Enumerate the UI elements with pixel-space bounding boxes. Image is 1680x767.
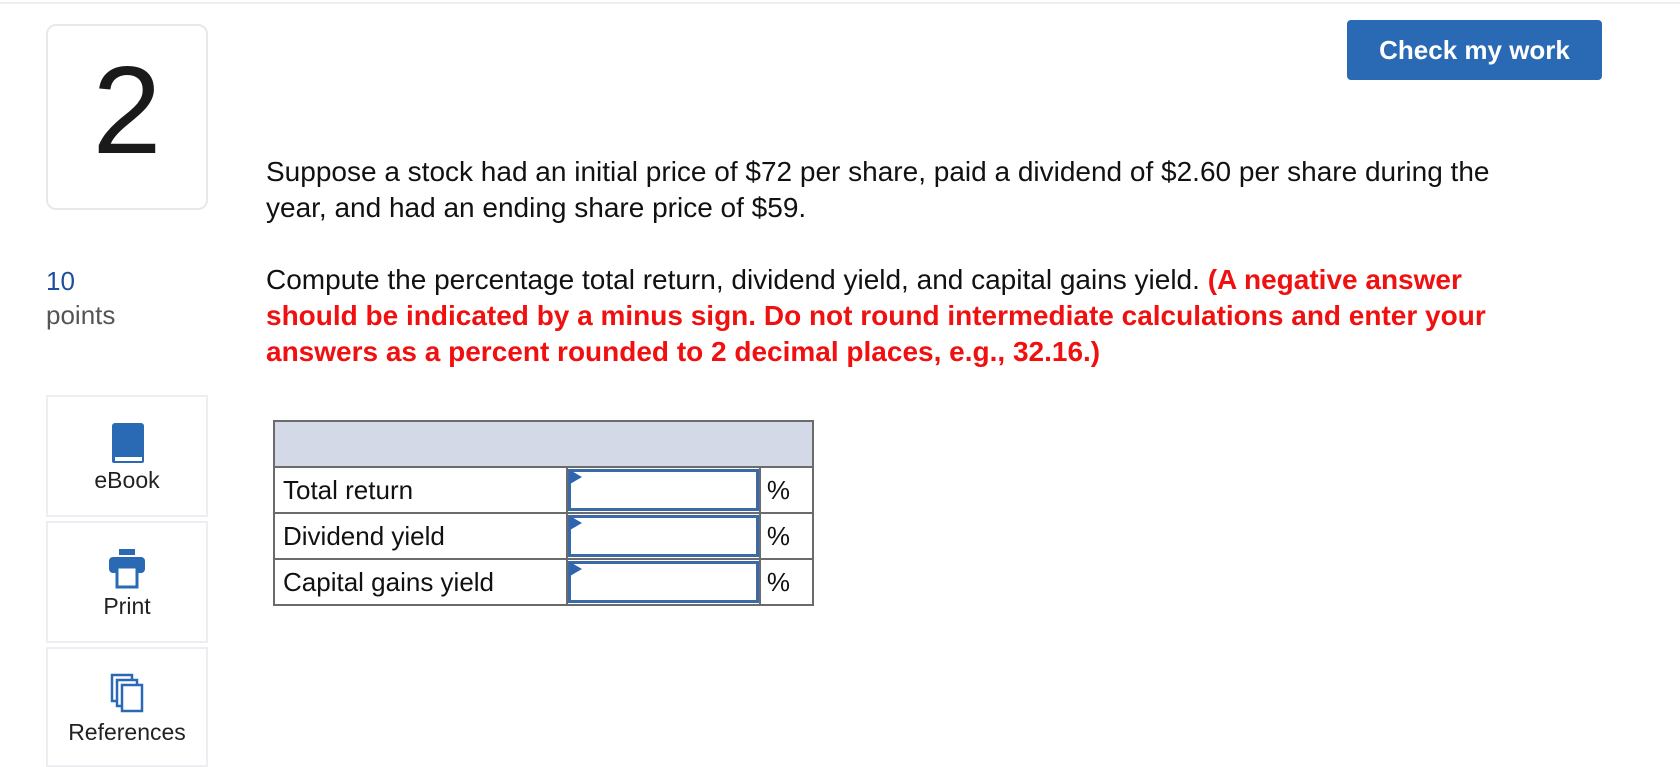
print-label: Print bbox=[103, 593, 151, 619]
dividend-yield-input[interactable] bbox=[567, 515, 759, 557]
row-unit: % bbox=[758, 466, 815, 514]
row-label: Capital gains yield bbox=[273, 558, 568, 606]
points-label: points bbox=[46, 300, 116, 330]
points-value: 10 bbox=[46, 266, 75, 296]
table-row: Total return % bbox=[273, 466, 815, 514]
ebook-label: eBook bbox=[94, 467, 160, 493]
flag-icon bbox=[569, 470, 582, 484]
input-cell bbox=[565, 466, 761, 514]
instructions-text: Compute the percentage total return, div… bbox=[266, 264, 1208, 295]
top-divider bbox=[0, 2, 1680, 4]
table-row: Capital gains yield % bbox=[273, 558, 815, 606]
input-cell bbox=[565, 512, 761, 560]
answer-table-header-row bbox=[273, 420, 814, 468]
question-text: Suppose a stock had an initial price of … bbox=[266, 156, 1490, 223]
book-icon bbox=[112, 423, 144, 463]
references-button[interactable]: References bbox=[46, 647, 208, 767]
points-info: 10 points bbox=[46, 264, 115, 332]
flag-icon bbox=[569, 516, 582, 530]
question-instructions: Compute the percentage total return, div… bbox=[266, 262, 1506, 370]
input-cell bbox=[565, 558, 761, 606]
row-unit: % bbox=[758, 512, 815, 560]
row-label: Dividend yield bbox=[273, 512, 568, 560]
references-label: References bbox=[68, 719, 186, 745]
ebook-button[interactable]: eBook bbox=[46, 395, 208, 517]
table-row: Dividend yield % bbox=[273, 512, 815, 560]
check-my-work-button[interactable]: Check my work bbox=[1347, 20, 1602, 80]
print-button[interactable]: Print bbox=[46, 521, 208, 643]
capital-gains-yield-input[interactable] bbox=[567, 561, 759, 603]
references-icon bbox=[110, 673, 144, 713]
flag-icon bbox=[569, 562, 582, 576]
question-number: 2 bbox=[46, 24, 208, 210]
total-return-input[interactable] bbox=[567, 469, 759, 511]
answer-table: Total return % Dividend yield % Capital … bbox=[273, 420, 815, 606]
row-unit: % bbox=[758, 558, 815, 606]
printer-icon bbox=[109, 549, 145, 589]
row-label: Total return bbox=[273, 466, 568, 514]
answer-table-header bbox=[273, 420, 814, 468]
